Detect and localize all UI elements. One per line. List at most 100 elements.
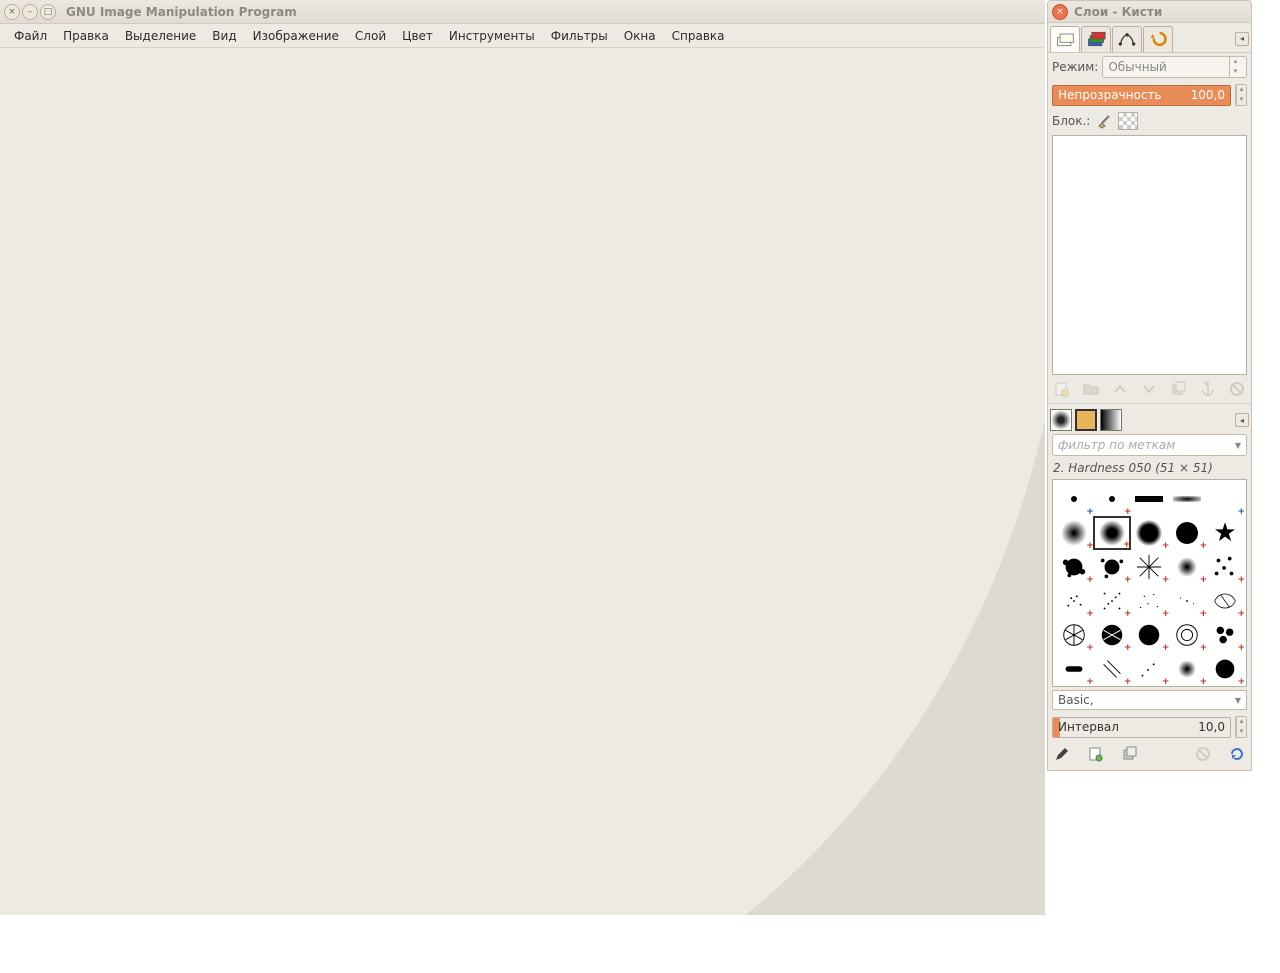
opacity-slider[interactable]: Непрозрачность 100,0: [1052, 85, 1231, 106]
brush-item[interactable]: +: [1206, 618, 1244, 652]
brush-item[interactable]: +: [1055, 482, 1093, 516]
brush-item[interactable]: +: [1093, 550, 1131, 584]
duplicate-brush-button[interactable]: [1120, 744, 1140, 764]
brush-item[interactable]: +: [1093, 618, 1131, 652]
dock-close-icon[interactable]: ×: [1052, 4, 1068, 20]
tab-gradients[interactable]: [1100, 409, 1122, 431]
edit-brush-button[interactable]: [1052, 744, 1072, 764]
layers-list[interactable]: [1052, 135, 1247, 375]
brush-item[interactable]: ★: [1206, 516, 1244, 550]
opacity-spinner[interactable]: ▴▾: [1235, 84, 1247, 106]
interval-spinner[interactable]: ▴▾: [1235, 716, 1247, 738]
brush-item[interactable]: +: [1093, 584, 1131, 618]
brush-item[interactable]: +: [1206, 550, 1244, 584]
mode-label: Режим:: [1052, 60, 1098, 74]
menu-edit[interactable]: Правка: [63, 29, 109, 43]
empty-canvas-area[interactable]: [0, 48, 1045, 915]
new-brush-button[interactable]: [1086, 744, 1106, 764]
brush-item[interactable]: +: [1055, 516, 1093, 550]
brush-item[interactable]: +: [1131, 516, 1169, 550]
lock-label: Блок.:: [1052, 114, 1090, 128]
interval-row: Интервал 10,0 ▴▾: [1048, 713, 1251, 741]
main-window-title: GNU Image Manipulation Program: [66, 5, 297, 19]
dropdown-icon: ▼: [1235, 696, 1241, 705]
brush-item[interactable]: +: [1206, 652, 1244, 686]
brush-item[interactable]: +: [1168, 652, 1206, 686]
brush-item[interactable]: +: [1168, 584, 1206, 618]
channels-icon: [1086, 29, 1106, 49]
refresh-brushes-button[interactable]: [1227, 744, 1247, 764]
brush-item[interactable]: +: [1131, 584, 1169, 618]
brush-item[interactable]: +: [1055, 652, 1093, 686]
anchor-layer-button[interactable]: [1198, 379, 1218, 399]
brush-item[interactable]: +: [1168, 550, 1206, 584]
dock-window: × Слои - Кисти ◂ Режим: Обычный ▴▾ Непро…: [1047, 0, 1252, 771]
main-window: × – □ GNU Image Manipulation Program Фай…: [0, 0, 1045, 915]
brush-item[interactable]: +: [1055, 618, 1093, 652]
menu-windows[interactable]: Окна: [624, 29, 656, 43]
menu-colors[interactable]: Цвет: [402, 29, 433, 43]
tab-menu-button[interactable]: ◂: [1235, 32, 1249, 46]
menubar: Файл Правка Выделение Вид Изображение Сл…: [0, 24, 1045, 48]
mode-value: Обычный: [1108, 60, 1167, 74]
menu-view[interactable]: Вид: [212, 29, 236, 43]
brush-action-row: [1048, 741, 1251, 770]
window-maximize-icon[interactable]: □: [40, 4, 56, 20]
folder-icon: [1083, 381, 1099, 397]
brush-item-selected[interactable]: +: [1093, 516, 1131, 550]
layers-tab-strip: ◂: [1048, 23, 1251, 53]
duplicate-icon: [1122, 746, 1138, 762]
brush-tags-combo[interactable]: Basic, ▼: [1052, 690, 1247, 710]
lock-pixels-toggle[interactable]: [1094, 112, 1114, 130]
brush-grid[interactable]: + + + + + + + ★ + + + + + + + + + + + + …: [1052, 479, 1247, 687]
duplicate-layer-button[interactable]: [1169, 379, 1189, 399]
interval-slider[interactable]: Интервал 10,0: [1052, 717, 1231, 738]
brush-item[interactable]: +: [1055, 550, 1093, 584]
tab-patterns[interactable]: [1075, 409, 1097, 431]
brush-item[interactable]: +: [1206, 584, 1244, 618]
brush-filter-combo[interactable]: фильтр по меткам ▼: [1052, 434, 1247, 456]
brush-item[interactable]: +: [1055, 584, 1093, 618]
raise-layer-button[interactable]: [1110, 379, 1130, 399]
tab-layers[interactable]: [1050, 26, 1080, 52]
tab-channels[interactable]: [1081, 26, 1111, 52]
menu-file[interactable]: Файл: [14, 29, 47, 43]
brush-item[interactable]: +: [1131, 652, 1169, 686]
brush-item[interactable]: +: [1131, 550, 1169, 584]
lock-alpha-toggle[interactable]: [1118, 112, 1138, 130]
delete-layer-button[interactable]: [1227, 379, 1247, 399]
menu-filters[interactable]: Фильтры: [551, 29, 608, 43]
brush-item[interactable]: +: [1131, 618, 1169, 652]
tab-paths[interactable]: [1112, 26, 1142, 52]
chevron-up-icon: [1113, 382, 1127, 396]
lower-layer-button[interactable]: [1139, 379, 1159, 399]
brush-selected-info: 2. Hardness 050 (51 × 51): [1048, 459, 1251, 477]
new-layer-button[interactable]: [1052, 379, 1072, 399]
tab-undo-history[interactable]: [1143, 26, 1173, 52]
opacity-value: 100,0: [1191, 88, 1225, 102]
mode-combo[interactable]: Обычный ▴▾: [1102, 56, 1247, 78]
brush-item[interactable]: [1131, 482, 1169, 516]
new-group-button[interactable]: [1081, 379, 1101, 399]
menu-tools[interactable]: Инструменты: [449, 29, 535, 43]
menu-help[interactable]: Справка: [672, 29, 725, 43]
window-close-icon[interactable]: ×: [4, 4, 20, 20]
brush-item[interactable]: +: [1168, 618, 1206, 652]
chevron-down-icon: [1142, 382, 1156, 396]
brush-tab-menu-button[interactable]: ◂: [1235, 413, 1249, 427]
menu-select[interactable]: Выделение: [125, 29, 196, 43]
menu-layer[interactable]: Слой: [355, 29, 386, 43]
dock-titlebar[interactable]: × Слои - Кисти: [1048, 1, 1251, 23]
delete-brush-button[interactable]: [1193, 744, 1213, 764]
window-minimize-icon[interactable]: –: [22, 4, 38, 20]
tab-brushes[interactable]: [1050, 409, 1072, 431]
brush-item[interactable]: +: [1206, 482, 1244, 516]
brush-filter-placeholder: фильтр по меткам: [1058, 438, 1175, 452]
brush-item[interactable]: +: [1168, 516, 1206, 550]
paintbrush-icon: [1096, 113, 1112, 129]
main-titlebar[interactable]: × – □ GNU Image Manipulation Program: [0, 0, 1045, 24]
brush-item[interactable]: [1168, 482, 1206, 516]
menu-image[interactable]: Изображение: [253, 29, 339, 43]
brush-item[interactable]: +: [1093, 652, 1131, 686]
brush-item[interactable]: +: [1093, 482, 1131, 516]
